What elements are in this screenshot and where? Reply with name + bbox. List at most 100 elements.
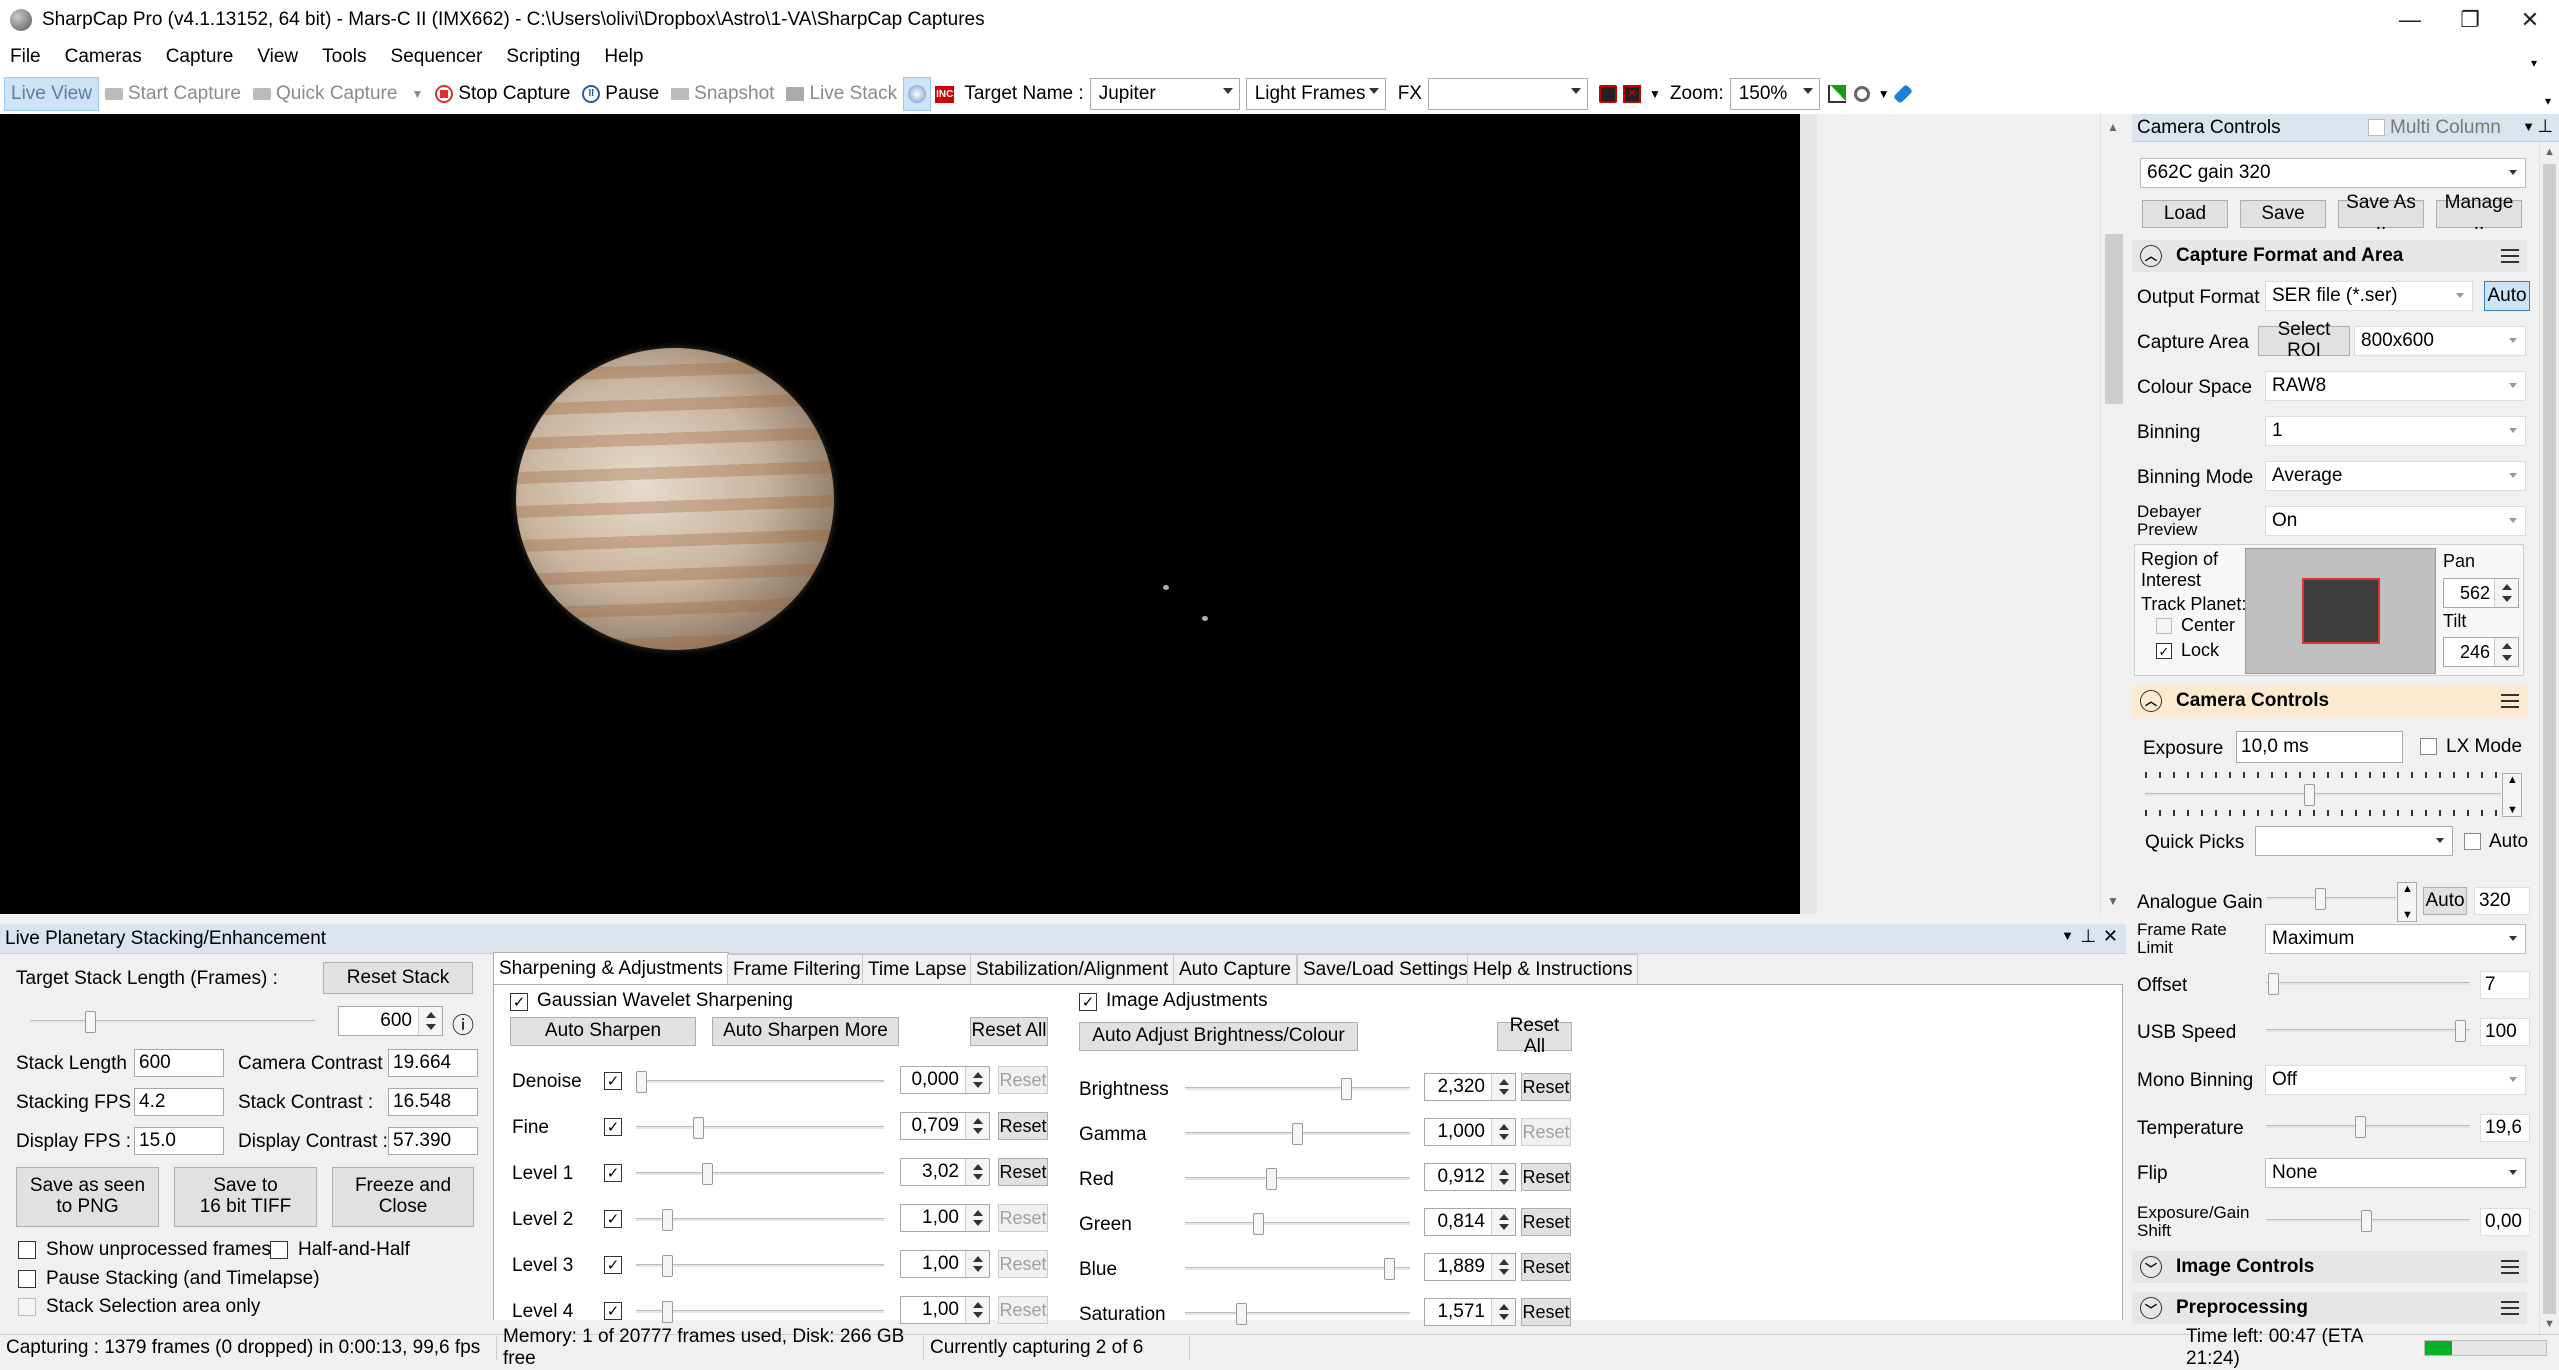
tab-auto-capture[interactable]: Auto Capture (1173, 954, 1297, 984)
spinner-arrows-icon[interactable] (1491, 1119, 1515, 1145)
menu-cameras[interactable]: Cameras (55, 46, 156, 68)
quick-picks-auto-checkbox[interactable] (2464, 833, 2481, 850)
adjust-row-slider[interactable] (1185, 1123, 1410, 1145)
output-format-auto-button[interactable]: Auto (2484, 281, 2530, 311)
binning-combo[interactable]: 1 (2265, 416, 2526, 446)
roi-preview[interactable] (2245, 548, 2436, 674)
camera-controls-scrollbar[interactable]: ▲ ▼ (2539, 142, 2559, 1334)
hamburger-menu-icon[interactable] (2501, 694, 2519, 708)
adjust-row-value[interactable]: 1,000 (1424, 1118, 1516, 1146)
colour-space-combo[interactable]: RAW8 (2265, 371, 2526, 401)
analogue-gain-stepper[interactable]: ▲ ▼ (2397, 882, 2417, 922)
flip-combo[interactable]: None (2265, 1158, 2526, 1188)
slider-thumb[interactable] (662, 1301, 673, 1323)
sharpen-row-slider[interactable] (636, 1255, 884, 1277)
usb-speed-slider[interactable] (2266, 1020, 2470, 1042)
show-unprocessed-checkbox[interactable] (18, 1241, 36, 1259)
spinner-arrows-icon[interactable] (1491, 1209, 1515, 1235)
image-adjustments-checkbox[interactable]: ✓ (1079, 993, 1097, 1011)
tab-time-lapse[interactable]: Time Lapse (862, 954, 973, 984)
zoom-tool-button[interactable]: ▼ (1850, 77, 1894, 111)
adjust-row-value[interactable]: 1,889 (1424, 1253, 1516, 1281)
tilt-input[interactable]: 246 (2443, 637, 2519, 667)
auto-sharpen-button[interactable]: Auto Sharpen (510, 1017, 696, 1046)
toolbar-overflow-icon[interactable]: ▾ (2545, 94, 2551, 108)
panel-menu-icon[interactable]: ▼ (2522, 119, 2535, 134)
sharpen-row-reset-button[interactable]: Reset (998, 1296, 1048, 1324)
capture-format-section-header[interactable]: ︿ Capture Format and Area (2132, 240, 2527, 272)
reset-stack-button[interactable]: Reset Stack (323, 962, 473, 994)
adjust-row-slider[interactable] (1185, 1078, 1410, 1100)
adjust-row-value[interactable]: 1,571 (1424, 1298, 1516, 1326)
menu-sequencer[interactable]: Sequencer (381, 46, 497, 68)
chevron-down-icon[interactable]: ▼ (411, 87, 423, 101)
sharpen-row-checkbox[interactable]: ✓ (604, 1118, 622, 1136)
scroll-up-icon[interactable]: ▲ (2544, 146, 2555, 158)
start-capture-button[interactable]: Start Capture (99, 77, 247, 111)
slider-thumb[interactable] (2455, 1020, 2466, 1042)
profile-combo[interactable]: 662C gain 320 (2140, 158, 2526, 188)
auto-sharpen-more-button[interactable]: Auto Sharpen More (712, 1017, 899, 1046)
slider-thumb[interactable] (1236, 1303, 1247, 1325)
slider-thumb[interactable] (1253, 1213, 1264, 1235)
track-lock-checkbox[interactable]: ✓ (2156, 643, 2172, 659)
spinner-arrows-icon[interactable] (965, 1251, 989, 1277)
slider-thumb[interactable] (702, 1163, 713, 1185)
viewer-vertical-scrollbar[interactable]: ▲ ▼ (2100, 114, 2126, 914)
scroll-up-icon[interactable]: ▲ (2107, 120, 2119, 134)
tab-save-load[interactable]: Save/Load Settings (1297, 954, 1474, 984)
spinner-arrows-icon[interactable] (965, 1159, 989, 1185)
slider-thumb[interactable] (1266, 1168, 1277, 1190)
half-and-half-checkbox[interactable] (270, 1241, 288, 1259)
spinner-arrows-icon[interactable] (1491, 1074, 1515, 1100)
exposure-gain-shift-field[interactable]: 0,00 (2480, 1208, 2530, 1236)
slider-thumb[interactable] (662, 1209, 673, 1231)
info-icon[interactable]: ⓘ (452, 1008, 474, 1040)
sharpening-reset-all-button[interactable]: Reset All (970, 1017, 1048, 1046)
tab-help[interactable]: Help & Instructions (1467, 954, 1639, 984)
plugin-button[interactable] (1892, 77, 1913, 111)
planetary-stack-toggle[interactable] (903, 77, 932, 111)
sharpen-row-checkbox[interactable]: ✓ (604, 1164, 622, 1182)
sharpen-row-slider[interactable] (636, 1163, 884, 1185)
hamburger-menu-icon[interactable] (2501, 1301, 2519, 1315)
slider-thumb[interactable] (2315, 888, 2326, 910)
menu-tools[interactable]: Tools (312, 46, 380, 68)
sharpen-row-slider[interactable] (636, 1209, 884, 1231)
adjust-row-reset-button[interactable]: Reset (1521, 1253, 1571, 1281)
adjust-row-slider[interactable] (1185, 1168, 1410, 1190)
expand-icon[interactable]: ﹀ (2140, 1256, 2162, 1278)
stop-capture-button[interactable]: Stop Capture (429, 77, 576, 111)
minimize-button[interactable]: — (2380, 0, 2440, 40)
save-png-button[interactable]: Save as seen to PNG (16, 1167, 159, 1227)
live-stack-button[interactable]: Live Stack (780, 77, 903, 111)
adjust-row-value[interactable]: 0,814 (1424, 1208, 1516, 1236)
profile-manage-button[interactable]: Manage .. (2436, 192, 2522, 234)
tab-stabilization[interactable]: Stabilization/Alignment (970, 954, 1175, 984)
target-stack-slider[interactable] (30, 1011, 315, 1033)
lx-mode-checkbox[interactable] (2420, 738, 2437, 755)
slider-thumb[interactable] (2355, 1116, 2366, 1138)
profile-save-button[interactable]: Save (2240, 200, 2326, 228)
slider-thumb[interactable] (85, 1011, 96, 1033)
tab-sharpening[interactable]: Sharpening & Adjustments (493, 952, 729, 985)
slider-thumb[interactable] (1341, 1078, 1352, 1100)
snapshot-button[interactable]: Snapshot (665, 77, 780, 111)
analogue-gain-auto-button[interactable]: Auto (2423, 887, 2467, 915)
mono-binning-combo[interactable]: Off (2265, 1065, 2526, 1095)
select-roi-button[interactable]: Select ROI (2258, 319, 2350, 361)
scroll-thumb[interactable] (2543, 164, 2556, 1314)
pause-stacking-checkbox[interactable] (18, 1270, 36, 1288)
scroll-down-icon[interactable]: ▼ (2107, 894, 2119, 908)
binning-mode-combo[interactable]: Average (2265, 461, 2526, 491)
sharpen-row-value[interactable]: 3,02 (900, 1158, 990, 1186)
sharpen-row-checkbox[interactable]: ✓ (604, 1256, 622, 1274)
temperature-slider[interactable] (2266, 1116, 2470, 1138)
adjust-row-value[interactable]: 0,912 (1424, 1163, 1516, 1191)
adjust-row-slider[interactable] (1185, 1258, 1410, 1280)
track-center-checkbox[interactable] (2156, 618, 2172, 634)
menu-file[interactable]: File (0, 46, 55, 68)
frame-rate-limit-combo[interactable]: Maximum (2265, 924, 2526, 954)
chevron-down-icon[interactable]: ▼ (1878, 87, 1890, 101)
spinner-arrows-icon[interactable] (1491, 1164, 1515, 1190)
